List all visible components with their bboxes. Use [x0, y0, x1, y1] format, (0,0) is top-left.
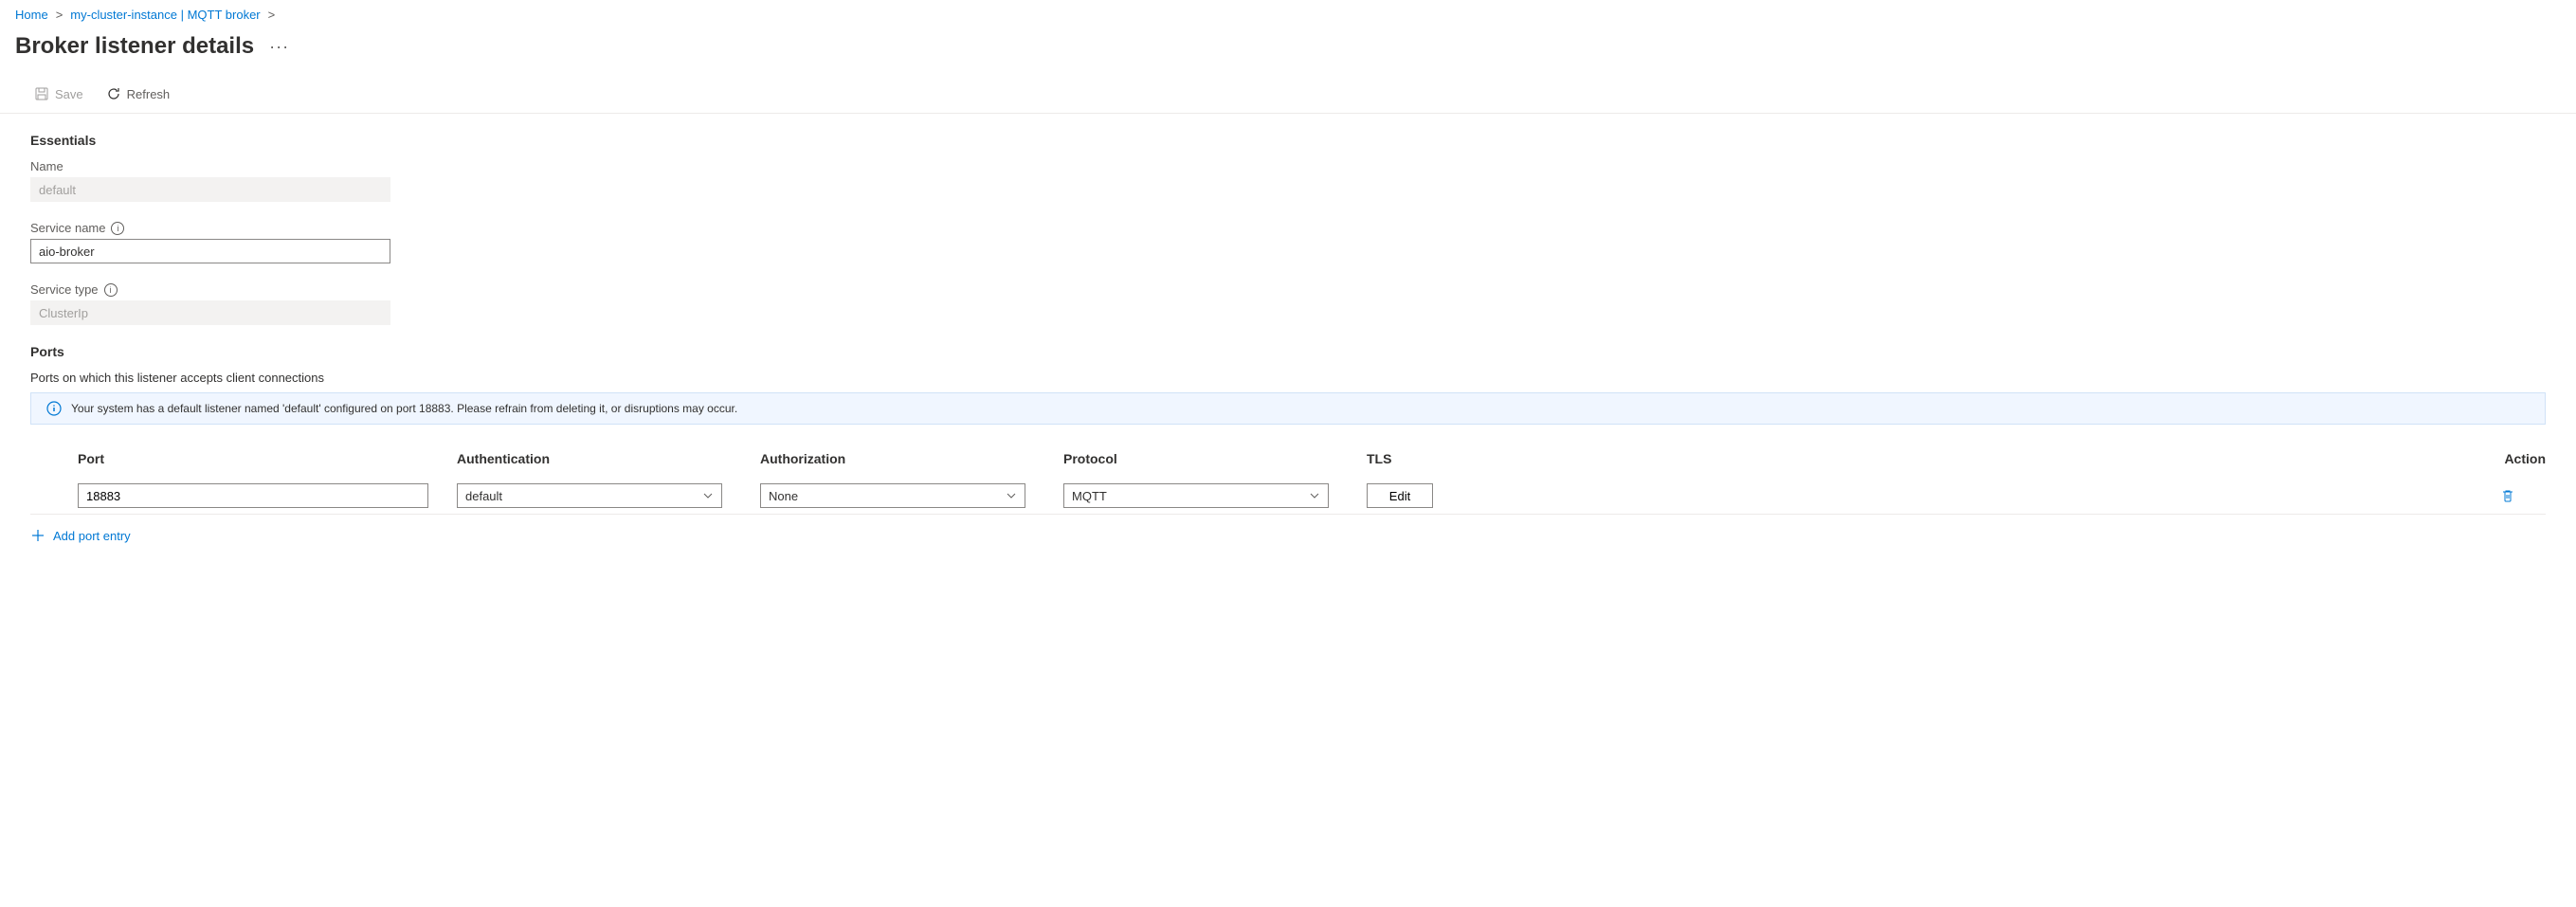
chevron-down-icon — [702, 490, 714, 501]
save-button[interactable]: Save — [30, 82, 87, 105]
refresh-icon — [106, 86, 121, 101]
page-title: Broker listener details — [15, 33, 254, 60]
more-actions-button[interactable]: ··· — [269, 37, 289, 57]
authorization-dropdown[interactable]: None — [760, 483, 1025, 508]
delete-row-button[interactable] — [2470, 488, 2546, 503]
name-label: Name — [30, 159, 2546, 173]
ports-table-header: Port Authentication Authorization Protoc… — [30, 440, 2546, 478]
col-authorization: Authorization — [760, 451, 1063, 466]
ports-table: Port Authentication Authorization Protoc… — [30, 440, 2546, 553]
name-input — [30, 177, 390, 202]
breadcrumb: Home > my-cluster-instance | MQTT broker… — [0, 0, 2576, 29]
trash-icon — [2500, 488, 2515, 503]
col-port: Port — [78, 451, 457, 466]
info-icon — [46, 401, 62, 416]
refresh-button[interactable]: Refresh — [102, 82, 174, 105]
page-header: Broker listener details ··· — [0, 29, 2576, 75]
save-label: Save — [55, 87, 83, 101]
col-action: Action — [2470, 451, 2546, 466]
service-name-label: Service name i — [30, 221, 2546, 235]
col-authentication: Authentication — [457, 451, 760, 466]
ports-description: Ports on which this listener accepts cli… — [30, 371, 2546, 385]
save-icon — [34, 86, 49, 101]
info-banner: Your system has a default listener named… — [30, 392, 2546, 425]
service-type-field-group: Service type i — [30, 282, 2546, 325]
col-protocol: Protocol — [1063, 451, 1367, 466]
info-banner-text: Your system has a default listener named… — [71, 402, 737, 415]
authentication-dropdown[interactable]: default — [457, 483, 722, 508]
plus-icon — [30, 528, 45, 543]
breadcrumb-separator: > — [268, 8, 276, 22]
service-name-field-group: Service name i — [30, 221, 2546, 263]
table-row: default None MQTT Edit — [30, 478, 2546, 515]
service-type-input — [30, 300, 390, 325]
protocol-dropdown[interactable]: MQTT — [1063, 483, 1329, 508]
col-tls: TLS — [1367, 451, 1442, 466]
toolbar: Save Refresh — [0, 75, 2576, 114]
tls-edit-button[interactable]: Edit — [1367, 483, 1433, 508]
service-name-input[interactable] — [30, 239, 390, 263]
chevron-down-icon — [1006, 490, 1017, 501]
ports-section-title: Ports — [30, 344, 2546, 359]
add-port-button[interactable]: Add port entry — [30, 518, 2546, 553]
info-icon[interactable]: i — [104, 283, 118, 297]
service-type-label: Service type i — [30, 282, 2546, 297]
breadcrumb-home[interactable]: Home — [15, 8, 48, 22]
port-input[interactable] — [78, 483, 428, 508]
breadcrumb-separator: > — [56, 8, 63, 22]
name-field-group: Name — [30, 159, 2546, 202]
content-area: Essentials Name Service name i Service t… — [0, 114, 2576, 571]
info-icon[interactable]: i — [111, 222, 124, 235]
chevron-down-icon — [1309, 490, 1320, 501]
breadcrumb-cluster[interactable]: my-cluster-instance | MQTT broker — [70, 8, 260, 22]
essentials-section-title: Essentials — [30, 133, 2546, 148]
add-port-label: Add port entry — [53, 529, 131, 543]
refresh-label: Refresh — [127, 87, 171, 101]
